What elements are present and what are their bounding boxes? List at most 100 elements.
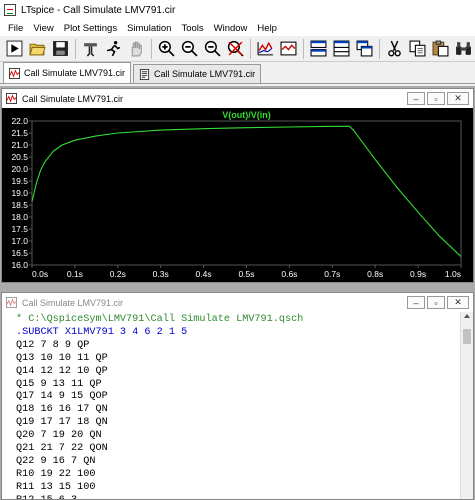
toolbar-separator xyxy=(303,38,304,59)
netlist-line: Q19 17 17 18 QN xyxy=(16,417,108,429)
title-bar: LTspice - Call Simulate LMV791.cir xyxy=(0,0,475,20)
netlist-line: Q21 21 7 22 QON xyxy=(16,443,108,455)
toolbar xyxy=(0,36,475,62)
netlist-line: Q22 9 16 7 QN xyxy=(16,455,96,467)
netlist-line: Q18 16 16 17 QN xyxy=(16,404,108,416)
chart-title: V(out)/V(in) xyxy=(222,110,271,120)
y-tick-label: 17.0 xyxy=(11,236,28,246)
menu-help[interactable]: Help xyxy=(252,23,282,34)
zoom-in-icon[interactable] xyxy=(155,38,177,60)
y-tick-label: 19.5 xyxy=(11,176,28,186)
x-tick-label: 0.5s xyxy=(238,269,254,279)
tab-label: Call Simulate LMV791.cir xyxy=(154,69,256,79)
waveform-plot-pane[interactable]: 22.0 21.5 21.0 20.5 20.0 19.5 19.0 18.5 18.0 17.5… xyxy=(2,108,473,282)
halt-hand-icon[interactable] xyxy=(125,38,147,60)
close-button[interactable]: ✕ xyxy=(447,296,469,309)
window-title: LTspice - Call Simulate LMV791.cir xyxy=(21,4,176,16)
waveform-window-titlebar[interactable]: Call Simulate LMV791.cir – ▫ ✕ xyxy=(2,89,473,108)
copy-icon[interactable] xyxy=(406,38,428,60)
maximize-button[interactable]: ▫ xyxy=(427,92,445,105)
x-tick-label: 0.2s xyxy=(110,269,126,279)
tile-horizontal-icon[interactable] xyxy=(307,38,329,60)
y-tick-label: 21.5 xyxy=(11,128,28,138)
x-tick-label: 1.0s xyxy=(445,269,461,279)
netlist-window-titlebar[interactable]: Call Simulate LMV791.cir – ▫ ✕ xyxy=(2,293,473,312)
maximize-button[interactable]: ▫ xyxy=(427,296,445,309)
zoom-out-icon[interactable] xyxy=(178,38,200,60)
netlist-line: Q14 12 12 10 QP xyxy=(16,365,108,377)
open-icon[interactable] xyxy=(26,38,48,60)
netlist-line: * C:\QspiceSym\LMV791\Call Simulate LMV7… xyxy=(16,314,304,325)
mdi-client-area: Call Simulate LMV791.cir – ▫ ✕ 22.0 21.5 2… xyxy=(0,86,475,500)
toolbar-separator xyxy=(75,38,76,59)
menu-tools[interactable]: Tools xyxy=(176,23,208,34)
netlist-window: Call Simulate LMV791.cir – ▫ ✕ * C:\Qspi… xyxy=(1,292,474,500)
netlist-line: Q15 9 13 11 QP xyxy=(16,378,102,390)
x-tick-label: 0.3s xyxy=(153,269,169,279)
y-tick-label: 20.0 xyxy=(11,164,28,174)
cascade-icon[interactable] xyxy=(353,38,375,60)
cut-icon[interactable] xyxy=(383,38,405,60)
autorange-icon[interactable] xyxy=(254,38,276,60)
close-button[interactable]: ✕ xyxy=(447,92,469,105)
netlist-line: Q20 7 19 20 QN xyxy=(16,430,102,442)
toolbar-separator xyxy=(379,38,380,59)
ltspice-app-icon xyxy=(4,4,16,16)
save-icon[interactable] xyxy=(49,38,71,60)
y-tick-label: 17.5 xyxy=(11,224,28,234)
toolbar-separator xyxy=(250,38,251,59)
netlist-line: Q13 10 10 11 QP xyxy=(16,352,108,364)
waveform-icon xyxy=(6,297,17,308)
tab-waveform[interactable]: Call Simulate LMV791.cir xyxy=(3,62,132,83)
tile-vertical-icon[interactable] xyxy=(330,38,352,60)
netlist-line: R12 15 6 3 xyxy=(16,495,460,499)
minimize-button[interactable]: – xyxy=(407,296,425,309)
toolbar-separator xyxy=(151,38,152,59)
document-tab-bar: Call Simulate LMV791.cir Call Simulate L… xyxy=(0,62,475,84)
x-tick-label: 0.4s xyxy=(196,269,212,279)
find-icon[interactable] xyxy=(452,38,474,60)
x-tick-label: 0.1s xyxy=(67,269,83,279)
autorange-x-icon[interactable] xyxy=(277,38,299,60)
scrollbar-thumb[interactable] xyxy=(463,329,471,344)
y-tick-label: 18.0 xyxy=(11,212,28,222)
waveform-chart[interactable]: 22.0 21.5 21.0 20.5 20.0 19.5 19.0 18.5 18.0 17.5… xyxy=(2,108,473,282)
menu-view[interactable]: View xyxy=(28,23,58,34)
x-tick-label: 0.6s xyxy=(281,269,297,279)
netlist-line: .SUBCKT X1LMV791 3 4 6 2 1 5 xyxy=(16,326,188,338)
y-tick-label: 19.0 xyxy=(11,188,28,198)
tab-label: Call Simulate LMV791.cir xyxy=(24,68,126,78)
waveform-window-title: Call Simulate LMV791.cir xyxy=(22,93,124,104)
run-man-icon[interactable] xyxy=(102,38,124,60)
vertical-scrollbar[interactable] xyxy=(460,312,473,499)
x-tick-label: 0.7s xyxy=(324,269,340,279)
y-tick-label: 16.0 xyxy=(11,260,28,270)
menu-bar: File View Plot Settings Simulation Tools… xyxy=(0,20,475,36)
y-tick-label: 18.5 xyxy=(11,200,28,210)
menu-plot-settings[interactable]: Plot Settings xyxy=(59,23,122,34)
x-tick-label: 0.0s xyxy=(32,269,48,279)
run-icon[interactable] xyxy=(3,38,25,60)
paste-icon[interactable] xyxy=(429,38,451,60)
y-tick-label: 21.0 xyxy=(11,140,28,150)
tab-netlist[interactable]: Call Simulate LMV791.cir xyxy=(133,64,262,83)
waveform-window: Call Simulate LMV791.cir – ▫ ✕ 22.0 21.5 2… xyxy=(1,88,474,283)
zoom-fit-icon[interactable] xyxy=(201,38,223,60)
x-tick-label: 0.8s xyxy=(367,269,383,279)
scroll-up-arrow-icon[interactable] xyxy=(464,314,470,318)
netlist-line: Q17 14 9 15 QOP xyxy=(16,391,108,403)
y-tick-label: 20.5 xyxy=(11,152,28,162)
menu-file[interactable]: File xyxy=(3,23,28,34)
control-panel-icon[interactable] xyxy=(79,38,101,60)
waveform-icon xyxy=(6,93,17,104)
zoom-cancel-icon[interactable] xyxy=(224,38,246,60)
netlist-text-area[interactable]: * C:\QspiceSym\LMV791\Call Simulate LMV7… xyxy=(2,312,460,499)
menu-simulation[interactable]: Simulation xyxy=(122,23,176,34)
minimize-button[interactable]: – xyxy=(407,92,425,105)
plot-frame xyxy=(31,120,462,266)
x-tick-label: 0.9s xyxy=(410,269,426,279)
menu-window[interactable]: Window xyxy=(209,23,253,34)
y-tick-label: 16.5 xyxy=(11,248,28,258)
netlist-doc-icon xyxy=(139,68,150,80)
netlist-line: Q12 7 8 9 QP xyxy=(16,339,90,351)
